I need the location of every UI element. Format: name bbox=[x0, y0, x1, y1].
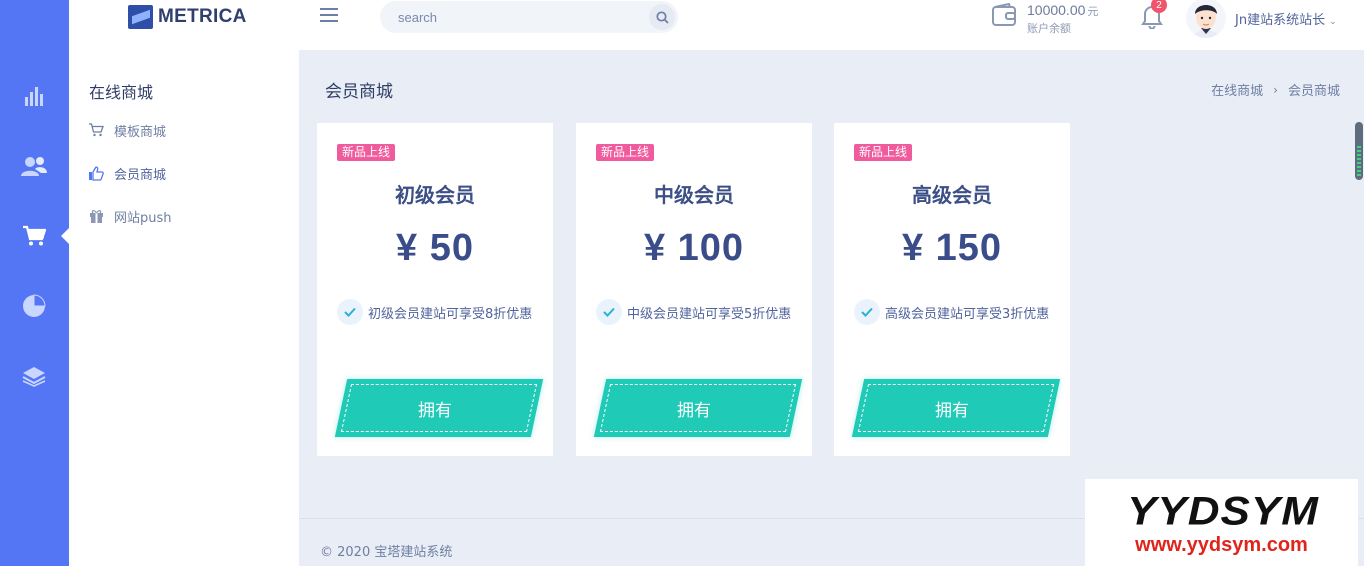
plan-price: ¥ 150 bbox=[901, 227, 1003, 269]
page-scrollbar[interactable] bbox=[1355, 122, 1363, 180]
balance-label: 账户余额 bbox=[1027, 22, 1071, 35]
icon-rail bbox=[0, 0, 69, 566]
avatar[interactable] bbox=[1186, 0, 1226, 38]
plan-price: ¥ 50 bbox=[396, 227, 474, 269]
menu-toggle-icon[interactable] bbox=[320, 8, 338, 24]
own-button-label: 拥有 bbox=[418, 401, 452, 421]
own-button[interactable]: 拥有 bbox=[333, 379, 544, 437]
page-title: 会员商城 bbox=[325, 82, 393, 102]
footer-copyright: © 2020 宝塔建站系统 bbox=[320, 545, 453, 560]
plan-feature-text: 初级会员建站可享受8折优惠 bbox=[368, 306, 533, 322]
watermark-url: www.yydsym.com bbox=[1135, 534, 1308, 556]
cart-icon bbox=[87, 122, 105, 138]
own-button-label: 拥有 bbox=[677, 401, 711, 421]
submenu-item-template-store[interactable]: 模板商城 bbox=[87, 120, 166, 140]
pie-chart-icon[interactable] bbox=[18, 290, 50, 322]
balance-amount: 10000.00 bbox=[1027, 2, 1086, 18]
new-badge: 新品上线 bbox=[337, 144, 396, 161]
chevron-down-icon: ⌄ bbox=[1329, 17, 1337, 27]
plan-feature: 初级会员建站可享受8折优惠 bbox=[337, 299, 532, 325]
user-menu[interactable]: Jn建站系统站长 ⌄ bbox=[1235, 9, 1337, 28]
brand-name: METRICA bbox=[158, 6, 247, 27]
own-button[interactable]: 拥有 bbox=[850, 379, 1061, 437]
check-icon bbox=[596, 299, 622, 325]
search-input[interactable] bbox=[398, 8, 638, 26]
notification-badge: 2 bbox=[1151, 0, 1167, 13]
search-icon[interactable] bbox=[649, 4, 675, 30]
users-icon[interactable] bbox=[18, 150, 50, 182]
submenu-item-label: 会员商城 bbox=[114, 167, 167, 183]
submenu-item-label: 网站push bbox=[114, 210, 172, 226]
gift-icon bbox=[87, 208, 105, 224]
plan-name: 中级会员 bbox=[654, 183, 734, 207]
wallet-icon[interactable] bbox=[991, 2, 1017, 29]
logo[interactable]: METRICA bbox=[128, 5, 247, 29]
search-box bbox=[380, 1, 678, 33]
check-icon bbox=[854, 299, 880, 325]
breadcrumb-current: 会员商城 bbox=[1287, 84, 1340, 99]
submenu-panel: 在线商城 模板商城 会员商城 网站push bbox=[69, 50, 299, 566]
submenu-item-label: 模板商城 bbox=[114, 124, 167, 140]
layers-icon[interactable] bbox=[18, 360, 50, 392]
thumbs-up-icon bbox=[87, 165, 105, 181]
account-balance: 10000.00 元 账户余额 bbox=[1027, 0, 1098, 36]
bar-chart-icon[interactable] bbox=[18, 80, 50, 112]
submenu-title: 在线商城 bbox=[89, 83, 154, 102]
check-icon bbox=[337, 299, 363, 325]
own-button[interactable]: 拥有 bbox=[592, 379, 803, 437]
plan-name: 初级会员 bbox=[395, 183, 475, 207]
new-badge: 新品上线 bbox=[854, 144, 913, 161]
plan-card-intermediate: 新品上线 中级会员 ¥ 100 中级会员建站可享受5折优惠 拥有 bbox=[576, 123, 812, 456]
breadcrumb-link[interactable]: 在线商城 bbox=[1211, 80, 1263, 99]
plan-card-basic: 新品上线 初级会员 ¥ 50 初级会员建站可享受8折优惠 拥有 bbox=[317, 123, 553, 456]
plan-feature-text: 中级会员建站可享受5折优惠 bbox=[627, 306, 792, 322]
plan-feature-text: 高级会员建站可享受3折优惠 bbox=[885, 306, 1050, 322]
active-pointer bbox=[61, 228, 69, 244]
submenu-item-member-store[interactable]: 会员商城 bbox=[87, 163, 166, 183]
top-bar: METRICA 10000.00元 账户余额 2 Jn建站系统站长⌄ bbox=[69, 0, 1364, 50]
logo-mark-icon bbox=[128, 5, 153, 29]
balance-unit: 元 bbox=[1087, 5, 1099, 18]
watermark: YYDSYM www.yydsym.com bbox=[1085, 479, 1358, 566]
watermark-title: YYDSYM bbox=[1127, 489, 1319, 534]
plan-feature: 高级会员建站可享受3折优惠 bbox=[854, 299, 1049, 325]
submenu-item-website-push[interactable]: 网站push bbox=[87, 206, 172, 226]
plan-feature: 中级会员建站可享受5折优惠 bbox=[596, 299, 791, 325]
breadcrumb: 在线商城 › 会员商城 bbox=[1211, 80, 1340, 100]
cart-icon[interactable] bbox=[18, 220, 50, 252]
new-badge: 新品上线 bbox=[596, 144, 655, 161]
user-name: Jn建站系统站长 bbox=[1235, 13, 1326, 28]
own-button-label: 拥有 bbox=[935, 401, 969, 421]
plan-card-advanced: 新品上线 高级会员 ¥ 150 高级会员建站可享受3折优惠 拥有 bbox=[834, 123, 1070, 456]
plan-price: ¥ 100 bbox=[643, 227, 745, 269]
chevron-right-icon: › bbox=[1273, 82, 1278, 97]
plan-name: 高级会员 bbox=[912, 183, 992, 207]
